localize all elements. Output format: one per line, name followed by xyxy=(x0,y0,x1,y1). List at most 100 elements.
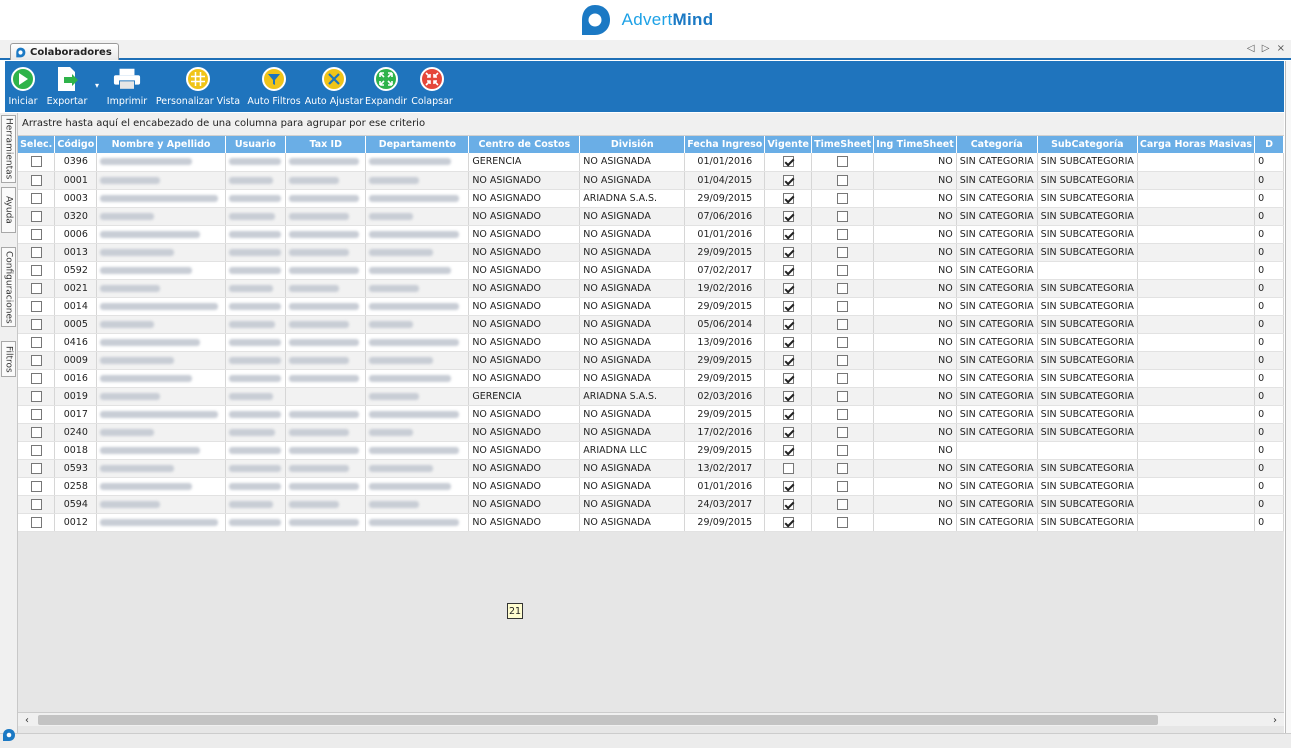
column-header[interactable]: TimeSheet xyxy=(811,136,875,153)
column-header[interactable]: Vigente xyxy=(764,136,813,153)
table-row[interactable]: 0009 NO ASIGNADO NO ASIGNADA 29/09/2015 NO SI… xyxy=(18,351,1284,370)
vigente-checkbox[interactable] xyxy=(782,516,794,528)
export-dropdown-icon[interactable]: ▾ xyxy=(93,65,101,111)
group-by-drop-area[interactable]: Arrastre hasta aquí el encabezado de una… xyxy=(18,113,1284,136)
expandir-button[interactable]: Expandir xyxy=(363,65,409,111)
timesheet-checkbox[interactable] xyxy=(837,156,849,168)
row-select-checkbox[interactable] xyxy=(30,426,42,438)
auto-ajustar-button[interactable]: Auto Ajustar xyxy=(305,65,363,111)
table-row[interactable]: 0416 NO ASIGNADO NO ASIGNADA 13/09/2016 NO SI… xyxy=(18,333,1284,352)
row-select-checkbox[interactable] xyxy=(30,300,42,312)
imprimir-button[interactable]: Imprimir xyxy=(101,65,153,111)
column-header[interactable]: Usuario xyxy=(225,136,286,153)
vigente-checkbox[interactable] xyxy=(782,336,794,348)
exportar-button[interactable]: Exportar xyxy=(41,65,93,111)
table-row[interactable]: 0018 NO ASIGNADO ARIADNA LLC 29/09/2015 NO 0 xyxy=(18,441,1284,460)
table-row[interactable]: 0396 GERENCIA NO ASIGNADA 01/01/2016 NO SIN C… xyxy=(18,153,1284,172)
vigente-checkbox[interactable] xyxy=(782,156,794,168)
timesheet-checkbox[interactable] xyxy=(837,426,849,438)
table-row[interactable]: 0001 NO ASIGNADO NO ASIGNADA 01/04/2015 NO SI… xyxy=(18,171,1284,190)
iniciar-button[interactable]: Iniciar xyxy=(5,65,41,111)
vigente-checkbox[interactable] xyxy=(782,480,794,492)
row-select-checkbox[interactable] xyxy=(30,228,42,240)
table-row[interactable]: 0240 NO ASIGNADO NO ASIGNADA 17/02/2016 NO SI… xyxy=(18,423,1284,442)
scrollbar-thumb[interactable] xyxy=(38,715,1158,725)
timesheet-checkbox[interactable] xyxy=(837,372,849,384)
colapsar-button[interactable]: Colapsar xyxy=(409,65,455,111)
timesheet-checkbox[interactable] xyxy=(837,480,849,492)
column-header[interactable]: Nombre y Apellido xyxy=(96,136,226,153)
column-header[interactable]: SubCategoría xyxy=(1037,136,1138,153)
row-select-checkbox[interactable] xyxy=(30,480,42,492)
timesheet-checkbox[interactable] xyxy=(837,210,849,222)
table-row[interactable]: 0258 NO ASIGNADO NO ASIGNADA 01/01/2016 NO SI… xyxy=(18,477,1284,496)
column-header[interactable]: Ing TimeSheet xyxy=(873,136,957,153)
row-select-checkbox[interactable] xyxy=(30,156,42,168)
table-row[interactable]: 0003 NO ASIGNADO ARIADNA S.A.S. 29/09/2015 N… xyxy=(18,189,1284,208)
tab-nav-close-controls[interactable]: ◁ ▷ × xyxy=(1247,43,1287,54)
column-header[interactable]: División xyxy=(579,136,686,153)
scroll-left-icon[interactable]: ‹ xyxy=(20,713,34,727)
table-row[interactable]: 0006 NO ASIGNADO NO ASIGNADA 01/01/2016 NO SI… xyxy=(18,225,1284,244)
sidetab-herramientas[interactable]: Herramientas xyxy=(1,115,16,183)
row-select-checkbox[interactable] xyxy=(30,390,42,402)
horizontal-scrollbar[interactable]: ‹ › xyxy=(18,712,1284,726)
vigente-checkbox[interactable] xyxy=(782,408,794,420)
timesheet-checkbox[interactable] xyxy=(837,246,849,258)
row-select-checkbox[interactable] xyxy=(30,174,42,186)
sidetab-configuraciones[interactable]: Configuraciones xyxy=(1,247,16,327)
timesheet-checkbox[interactable] xyxy=(837,300,849,312)
vigente-checkbox[interactable] xyxy=(782,318,794,330)
timesheet-checkbox[interactable] xyxy=(837,354,849,366)
vigente-checkbox[interactable] xyxy=(782,498,794,510)
timesheet-checkbox[interactable] xyxy=(837,318,849,330)
column-header[interactable]: D xyxy=(1254,136,1284,153)
table-row[interactable]: 0592 NO ASIGNADO NO ASIGNADA 07/02/2017 NO SI… xyxy=(18,261,1284,280)
timesheet-checkbox[interactable] xyxy=(837,336,849,348)
vigente-checkbox[interactable] xyxy=(782,228,794,240)
table-row[interactable]: 0012 NO ASIGNADO NO ASIGNADA 29/09/2015 NO SI… xyxy=(18,513,1284,532)
row-select-checkbox[interactable] xyxy=(30,498,42,510)
vigente-checkbox[interactable] xyxy=(782,390,794,402)
vigente-checkbox[interactable] xyxy=(782,426,794,438)
table-row[interactable]: 0013 NO ASIGNADO NO ASIGNADA 29/09/2015 NO SI… xyxy=(18,243,1284,262)
column-header[interactable]: Tax ID xyxy=(285,136,367,153)
timesheet-checkbox[interactable] xyxy=(837,444,849,456)
table-row[interactable]: 0594 NO ASIGNADO NO ASIGNADA 24/03/2017 NO SI… xyxy=(18,495,1284,514)
row-select-checkbox[interactable] xyxy=(30,354,42,366)
column-header[interactable]: Selec. xyxy=(18,136,56,153)
sidetab-ayuda[interactable]: Ayuda xyxy=(1,187,16,233)
vigente-checkbox[interactable] xyxy=(782,174,794,186)
scroll-right-icon[interactable]: › xyxy=(1268,713,1282,727)
personalizar-vista-button[interactable]: Personalizar Vista xyxy=(153,65,243,111)
row-select-checkbox[interactable] xyxy=(30,318,42,330)
vigente-checkbox[interactable] xyxy=(782,264,794,276)
auto-filtros-button[interactable]: Auto Filtros xyxy=(243,65,305,111)
vigente-checkbox[interactable] xyxy=(782,246,794,258)
column-header[interactable]: Centro de Costos xyxy=(468,136,581,153)
timesheet-checkbox[interactable] xyxy=(837,462,849,474)
vigente-checkbox[interactable] xyxy=(782,444,794,456)
table-row[interactable]: 0016 NO ASIGNADO NO ASIGNADA 29/09/2015 NO SI… xyxy=(18,369,1284,388)
table-row[interactable]: 0021 NO ASIGNADO NO ASIGNADA 19/02/2016 NO SI… xyxy=(18,279,1284,298)
row-select-checkbox[interactable] xyxy=(30,516,42,528)
row-select-checkbox[interactable] xyxy=(30,462,42,474)
vigente-checkbox[interactable] xyxy=(782,354,794,366)
table-row[interactable]: 0005 NO ASIGNADO NO ASIGNADA 05/06/2014 NO SI… xyxy=(18,315,1284,334)
table-row[interactable]: 0019 GERENCIA ARIADNA S.A.S. 02/03/2016 NO SI… xyxy=(18,387,1284,406)
column-header[interactable]: Código xyxy=(54,136,98,153)
row-select-checkbox[interactable] xyxy=(30,282,42,294)
timesheet-checkbox[interactable] xyxy=(837,516,849,528)
timesheet-checkbox[interactable] xyxy=(837,192,849,204)
tab-colaboradores[interactable]: Colaboradores xyxy=(10,43,119,60)
timesheet-checkbox[interactable] xyxy=(837,498,849,510)
row-select-checkbox[interactable] xyxy=(30,408,42,420)
timesheet-checkbox[interactable] xyxy=(837,228,849,240)
vigente-checkbox[interactable] xyxy=(782,282,794,294)
row-select-checkbox[interactable] xyxy=(30,192,42,204)
vigente-checkbox[interactable] xyxy=(782,372,794,384)
timesheet-checkbox[interactable] xyxy=(837,390,849,402)
vigente-checkbox[interactable] xyxy=(782,192,794,204)
table-row[interactable]: 0593 NO ASIGNADO NO ASIGNADA 13/02/2017 NO SI… xyxy=(18,459,1284,478)
column-header[interactable]: Departamento xyxy=(365,136,470,153)
